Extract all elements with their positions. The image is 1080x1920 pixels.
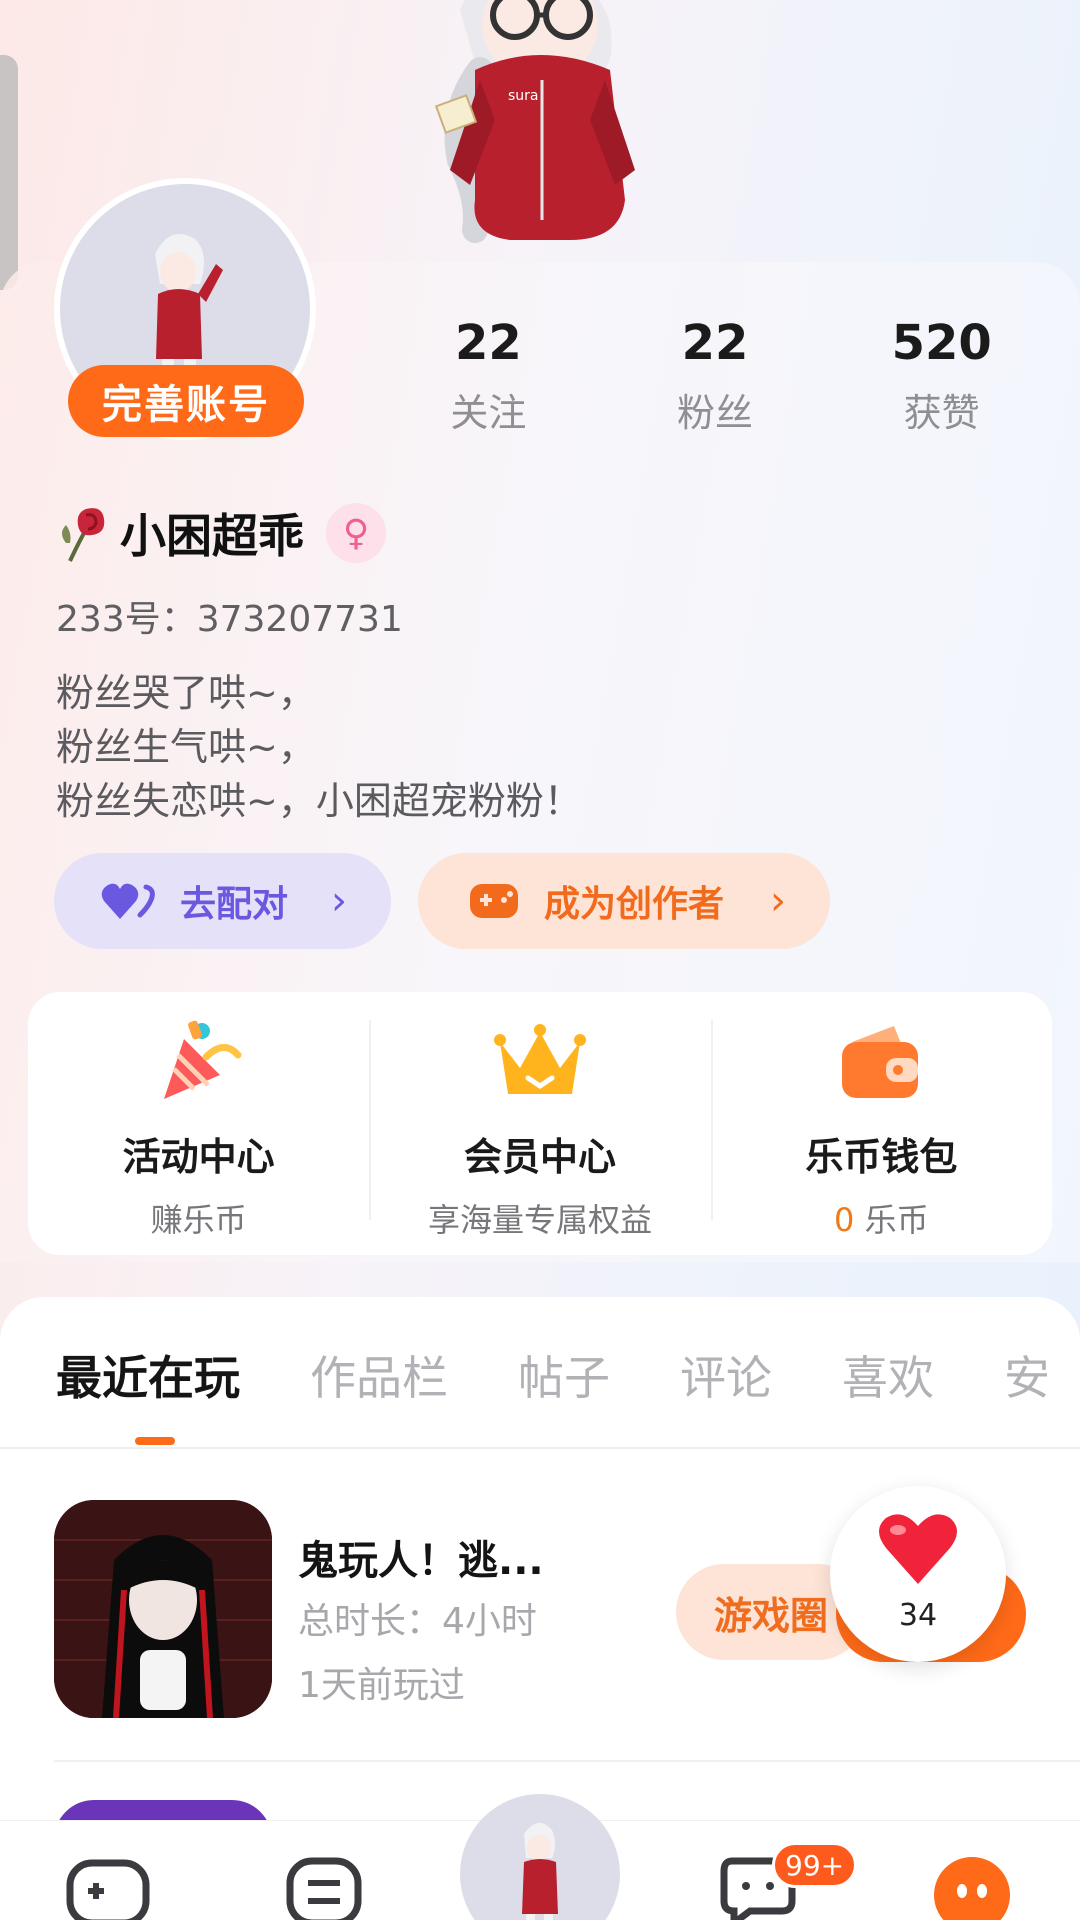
message-badge: 99+ [772,1842,858,1888]
content-tabs: 最近在玩 作品栏 帖子 评论 喜欢 安 [56,1342,1080,1408]
user-id[interactable]: 233号：373207731 [56,590,403,642]
services-card: 活动中心 赚乐币 会员中心 享海量专属权益 乐币钱包 0 乐币 [28,992,1052,1255]
tab-posts[interactable]: 帖子 [518,1342,610,1408]
gamepad-icon [468,880,520,922]
member-center[interactable]: 会员中心 享海量专属权益 [369,992,710,1255]
heart-pair-icon [100,881,156,921]
become-creator-button[interactable]: 成为创作者 › [418,853,830,949]
stat-fans-label: 粉丝 [677,391,754,435]
game-title: 鬼玩人！逃... [298,1538,544,1584]
profile-bio: 粉丝哭了哄~， 粉丝生气哄~， 粉丝失恋哄~，小困超宠粉粉！ [56,666,582,828]
game-thumbnail[interactable] [54,1500,272,1718]
profile-stats: 22 关注 22 粉丝 520 获赞 [375,312,1055,442]
tab-recently-played[interactable]: 最近在玩 [56,1342,240,1408]
coin-balance: 0 [834,1201,855,1239]
nav-games[interactable] [66,1857,150,1920]
nav-profile[interactable] [934,1857,1010,1920]
become-creator-label: 成为创作者 [544,884,725,925]
tab-likes[interactable]: 喜欢 [842,1342,934,1408]
tabs-divider [0,1447,1080,1449]
tab-more[interactable]: 安 [1004,1342,1050,1408]
match-button[interactable]: 去配对 › [54,853,391,949]
coin-unit: 乐币 [854,1201,929,1239]
member-center-subtitle: 享海量专属权益 [427,1201,652,1239]
gender-female-icon: ♀ [326,503,386,563]
nav-feed[interactable] [286,1857,362,1920]
member-center-title: 会员中心 [463,1135,616,1179]
like-count: 34 [898,1598,938,1633]
list-divider [54,1760,1080,1762]
coin-wallet-subtitle: 0 乐币 [711,1195,1052,1241]
party-popper-icon [28,1016,369,1108]
complete-account-button[interactable]: 完善账号 [68,365,304,437]
floating-like-button[interactable]: 34 [830,1486,1006,1662]
wallet-icon [711,1016,1052,1108]
name-row: 小困超乖 ♀ [56,500,386,566]
activity-center[interactable]: 活动中心 赚乐币 [28,992,369,1255]
stat-fans-count: 22 [681,315,749,371]
game-last-played: 1天前玩过 [298,1665,465,1706]
stat-following-count: 22 [454,315,522,371]
stat-likes[interactable]: 520 获赞 [828,312,1055,442]
chevron-right-icon: › [331,878,347,924]
chevron-right-icon: › [770,878,786,924]
match-button-label: 去配对 [180,884,289,925]
rose-icon [62,508,105,562]
svg-text:sura: sura [508,88,539,104]
gamepad-icon [66,1859,150,1920]
stat-likes-label: 获赞 [903,391,980,435]
bio-line: 粉丝生气哄~， [56,725,316,769]
activity-center-title: 活动中心 [122,1135,275,1179]
profile-name: 小困超乖 [120,509,304,563]
tab-comments[interactable]: 评论 [680,1342,772,1408]
stat-following-label: 关注 [450,391,527,435]
activity-center-subtitle: 赚乐币 [150,1201,247,1239]
bio-line: 粉丝哭了哄~， [56,671,316,715]
coin-wallet[interactable]: 乐币钱包 0 乐币 [710,992,1052,1255]
coin-wallet-title: 乐币钱包 [805,1135,958,1179]
heart-icon [879,1514,957,1584]
stat-likes-count: 520 [891,315,992,371]
edge-drag-handle[interactable] [0,55,18,290]
tab-works[interactable]: 作品栏 [310,1342,448,1408]
list-icon [286,1857,362,1920]
active-tab-indicator [135,1437,175,1445]
avatar-character-banner: sura [434,0,635,243]
crown-icon [369,1016,710,1108]
stat-following[interactable]: 22 关注 [375,312,602,442]
stat-fans[interactable]: 22 粉丝 [602,312,829,442]
profile-face-icon [934,1857,1010,1920]
game-duration: 总时长：4小时 [298,1601,537,1642]
bio-line: 粉丝失恋哄~，小困超宠粉粉！ [56,779,582,823]
